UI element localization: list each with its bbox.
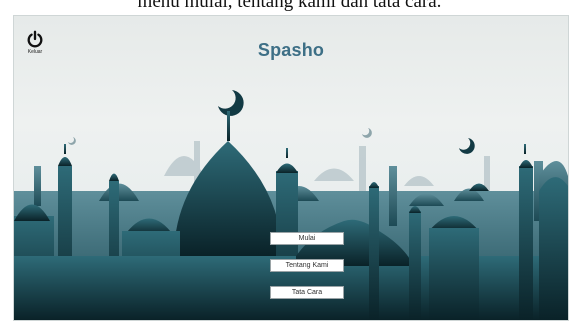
page-caption: menu mulai, tentang kami dan tata cara. [137,0,442,12]
how-to-button[interactable]: Tata Cara [270,286,344,299]
about-button[interactable]: Tentang Kami [270,259,344,272]
app-window: Keluar Spasho Mulai Tentang Kami Tata Ca… [13,15,569,321]
mosque-skyline-background [14,90,568,320]
start-button[interactable]: Mulai [270,232,344,245]
app-title: Spasho [257,40,325,60]
